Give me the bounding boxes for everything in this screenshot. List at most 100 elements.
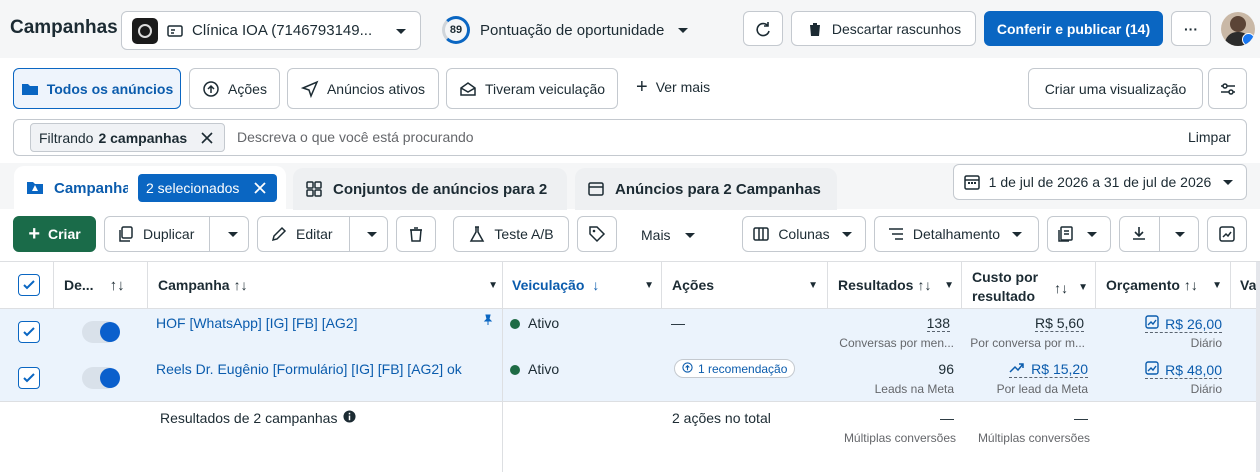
duplicate-button[interactable]: Duplicar [104, 216, 249, 252]
opportunity-score[interactable]: 89 Pontuação de oportunidade [442, 16, 692, 44]
delivery-toggle[interactable] [82, 367, 120, 389]
tag-button[interactable] [577, 216, 617, 252]
budget-type: Diário [1190, 336, 1222, 350]
col-cost-label-line2: resultado [972, 288, 1036, 304]
review-publish-label: Conferir e publicar (14) [996, 20, 1151, 37]
tab-adsets[interactable]: Conjuntos de anúncios para 2 [293, 168, 567, 210]
discard-drafts-button[interactable]: Descartar rascunhos [791, 11, 976, 46]
discard-drafts-label: Descartar rascunhos [831, 20, 962, 37]
caret-down-icon[interactable]: ▼ [1212, 280, 1222, 291]
chevron-down-icon [838, 225, 856, 243]
sort-icon: ↑↓ [233, 277, 248, 293]
see-more-button[interactable]: + Ver mais [636, 77, 711, 97]
customize-button[interactable] [1208, 68, 1247, 109]
pin-icon[interactable] [482, 313, 494, 329]
chevron-down-icon [1219, 173, 1237, 191]
more-dots-icon: ··· [1184, 20, 1198, 37]
summary-results-type: Múltiplas conversões [843, 431, 956, 445]
close-icon[interactable] [198, 129, 216, 147]
chevron-down-icon[interactable] [224, 225, 242, 243]
col-next[interactable]: Va [1240, 262, 1256, 308]
tab-ads[interactable]: Anúncios para 2 Campanhas [575, 168, 837, 210]
cost-value[interactable]: R$ 15,20 [1009, 361, 1088, 378]
col-delivery-toggle[interactable]: De... ↑↓ [64, 262, 125, 308]
row-checkbox[interactable] [18, 321, 40, 343]
summary-actions: 2 ações no total [672, 410, 771, 426]
columns-button[interactable]: Colunas [742, 216, 866, 252]
tab-all-ads[interactable]: Todos os anúncios [13, 68, 181, 109]
tab-delivered[interactable]: Tiveram veiculação [446, 68, 618, 109]
upload-circle-icon [202, 80, 220, 98]
trash-icon [806, 20, 824, 38]
results-value[interactable]: 96 [938, 361, 954, 377]
sort-desc-icon: ↓ [592, 277, 600, 293]
budget-value[interactable]: R$ 26,00 [1145, 315, 1222, 333]
horizontal-scroll-edge[interactable] [1256, 262, 1260, 472]
col-cost-per-result[interactable]: Custo por resultado ↑↓ ▼ [972, 262, 1088, 308]
create-view-button[interactable]: Criar uma visualização [1028, 68, 1203, 109]
delete-button[interactable] [396, 216, 436, 252]
filter-chip-prefix: Filtrando [39, 129, 94, 146]
more-options-button[interactable]: ··· [1171, 11, 1211, 46]
col-results[interactable]: Resultados ↑↓ ▼ [838, 262, 954, 308]
chevron-down-icon[interactable] [363, 225, 381, 243]
clear-filter-link[interactable]: Limpar [1188, 129, 1231, 145]
account-selector[interactable]: Clínica IOA (7146793149... [121, 11, 421, 50]
campaign-name-link[interactable]: Reels Dr. Eugênio [Formulário] [IG] [FB]… [156, 361, 462, 377]
caret-down-icon[interactable]: ▼ [808, 280, 818, 291]
caret-down-icon[interactable]: ▼ [488, 280, 498, 291]
campaign-name-link[interactable]: HOF [WhatsApp] [IG] [FB] [AG2] [156, 315, 358, 331]
caret-down-icon[interactable]: ▼ [944, 280, 954, 291]
chevron-down-icon[interactable] [1171, 225, 1189, 243]
budget-type: Diário [1190, 382, 1222, 396]
trash-icon [407, 225, 425, 243]
tab-actions[interactable]: Ações [189, 68, 280, 109]
delivery-status-label: Ativo [528, 361, 560, 377]
caret-down-icon[interactable]: ▼ [644, 280, 654, 291]
summary-cost-type: Múltiplas conversões [977, 431, 1090, 445]
tab-ads-label: Anúncios para 2 Campanhas [615, 180, 821, 198]
delivery-toggle[interactable] [82, 321, 120, 343]
col-actions[interactable]: Ações ▼ [672, 262, 818, 308]
reports-button[interactable] [1047, 216, 1111, 252]
tab-active-ads-label: Anúncios ativos [326, 80, 426, 97]
refresh-button[interactable] [743, 11, 783, 46]
caret-down-icon[interactable]: ▼ [1078, 282, 1088, 293]
tab-active-ads[interactable]: Anúncios ativos [287, 68, 439, 109]
more-button[interactable]: Mais [641, 226, 699, 244]
charts-button[interactable] [1207, 216, 1247, 252]
summary-label-text: Resultados de 2 campanhas [160, 410, 338, 426]
recommendation-pill[interactable]: 1 recomendação [674, 359, 796, 378]
ab-test-button[interactable]: Teste A/B [453, 216, 569, 252]
col-delivery[interactable]: Veiculação ↓ ▼ [512, 262, 654, 308]
cost-type: Por conversa por m... [970, 336, 1085, 350]
row-checkbox[interactable] [18, 367, 40, 389]
budget-chart-icon [1145, 361, 1159, 378]
results-value[interactable]: 138 [926, 315, 950, 332]
export-button[interactable] [1119, 216, 1199, 252]
close-icon[interactable] [251, 179, 269, 197]
see-more-label: Ver mais [655, 79, 711, 95]
avatar[interactable] [1221, 12, 1255, 46]
info-icon[interactable] [343, 410, 356, 426]
breakdown-icon [887, 225, 905, 243]
date-range-picker[interactable]: 1 de jul de 2026 a 31 de jul de 2026 [953, 164, 1247, 200]
col-budget[interactable]: Orçamento ↑↓ ▼ [1106, 262, 1222, 308]
delivery-status-label: Ativo [528, 315, 560, 331]
review-publish-button[interactable]: Conferir e publicar (14) [984, 11, 1163, 46]
folder-icon [26, 179, 44, 197]
cost-value[interactable]: R$ 5,60 [1034, 315, 1084, 332]
col-campaign[interactable]: Campanha ↑↓ ▼ [158, 262, 498, 308]
ad-icon [587, 180, 605, 198]
folder-icon [21, 80, 39, 98]
filter-chip[interactable]: Filtrando 2 campanhas [30, 123, 226, 152]
selected-badge[interactable]: 2 selecionados [138, 174, 278, 202]
select-all-checkbox[interactable] [18, 274, 40, 296]
breakdown-button[interactable]: Detalhamento [874, 216, 1039, 252]
filter-search-input[interactable]: Descreva o que você está procurando [237, 129, 474, 145]
calendar-icon [963, 173, 981, 191]
tab-campaigns[interactable]: Campanhas 2 selecionados [14, 166, 286, 210]
edit-button[interactable]: Editar [257, 216, 388, 252]
budget-value[interactable]: R$ 48,00 [1145, 361, 1222, 379]
create-button[interactable]: + Criar [13, 216, 96, 252]
